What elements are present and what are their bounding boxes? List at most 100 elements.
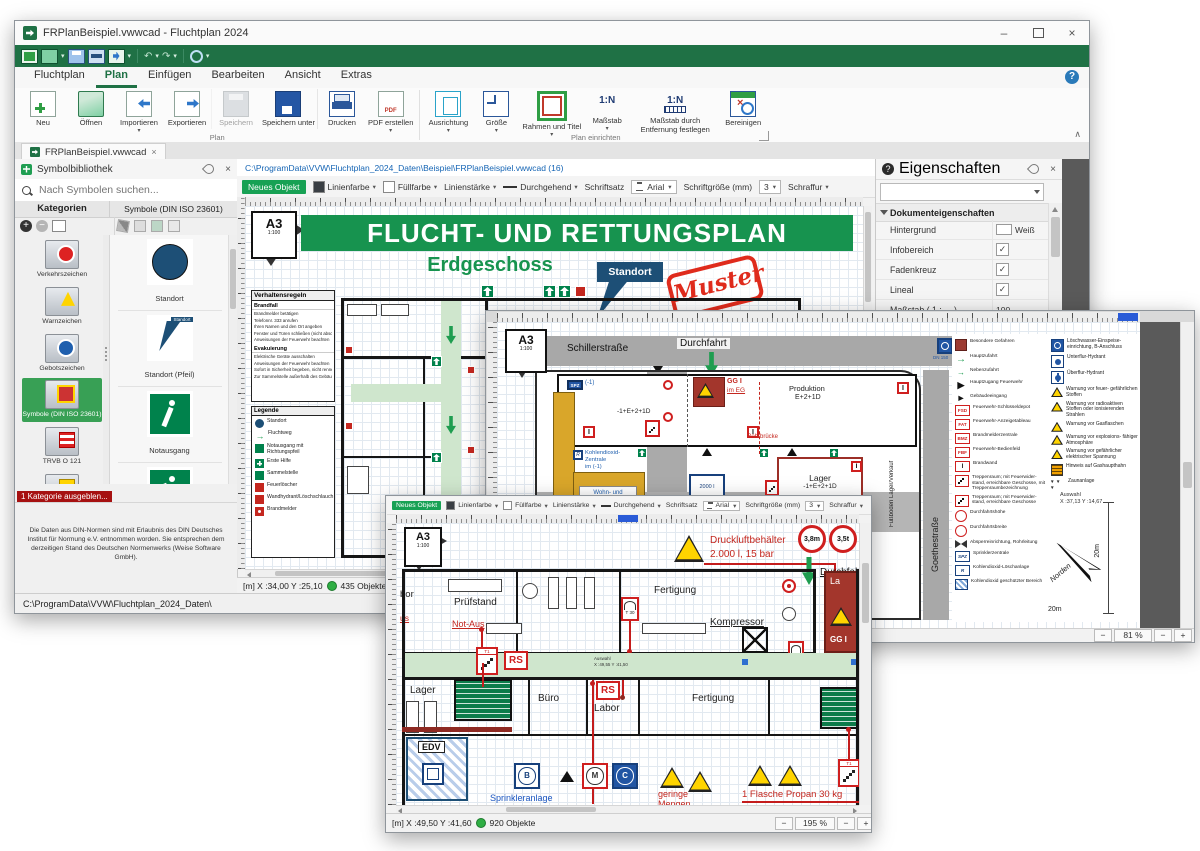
dialog-launcher-icon[interactable] (759, 131, 769, 141)
zoom-in-button[interactable]: + (1174, 629, 1192, 642)
undo-icon[interactable]: ↶ (144, 50, 152, 63)
ribbon-button[interactable]: 1:NMaßstab▾ (583, 89, 631, 133)
menu-tab[interactable]: Fluchtplan (25, 66, 94, 88)
ribbon-button[interactable]: Importieren▾ (115, 89, 163, 135)
category-item[interactable]: Warnzeichen (22, 285, 102, 329)
menu-tab[interactable]: Einfügen (139, 66, 200, 88)
line-color-control[interactable]: Linienfarbe▾ (446, 501, 498, 510)
menu-tab[interactable]: Ansicht (276, 66, 330, 88)
drawing-canvas-hall[interactable]: A3 1:100 Druckluftbehälter 2.000 l, 15 b… (396, 523, 859, 805)
duplicate-icon[interactable] (134, 220, 146, 232)
export-icon[interactable] (108, 49, 125, 64)
fill-color-control[interactable]: Füllfarbe▾ (383, 181, 437, 193)
add-category-button[interactable]: + (20, 220, 32, 232)
minimize-button[interactable]: – (987, 22, 1021, 45)
ribbon-button[interactable]: Speichern unter (260, 89, 317, 129)
new-object-button[interactable]: Neues Objekt (392, 501, 441, 510)
redo-dropdown[interactable]: ▾ (173, 52, 177, 60)
ribbon-button[interactable]: ×Bereinigen (719, 89, 767, 129)
checkbox[interactable]: ✓ (996, 243, 1009, 256)
ribbon-button[interactable]: Speichern (211, 89, 260, 129)
property-value[interactable]: ✓ (992, 260, 1048, 279)
property-value[interactable]: ✓ (992, 240, 1048, 259)
open-icon[interactable] (41, 49, 58, 64)
font-select[interactable]: Arial▾ (631, 180, 676, 194)
edit-icon[interactable] (116, 219, 130, 233)
zoom-out-button[interactable]: − (1094, 629, 1112, 642)
line-width-control[interactable]: Linienstärke▾ (444, 182, 496, 192)
line-style-control[interactable]: Durchgehend▾ (601, 502, 661, 510)
category-view-button[interactable] (52, 220, 66, 232)
line-width-control[interactable]: Linienstärke▾ (553, 502, 596, 510)
ribbon-button[interactable]: Drucken (317, 89, 366, 129)
category-item[interactable]: Gebotszeichen (22, 332, 102, 376)
fill-color-control[interactable]: Füllfarbe▾ (503, 501, 548, 510)
close-button[interactable]: × (1055, 22, 1089, 45)
font-select[interactable]: Arial▾ (703, 501, 741, 511)
export-dropdown[interactable]: ▾ (128, 52, 132, 60)
line-color-control[interactable]: Linienfarbe▾ (313, 181, 376, 193)
new-icon[interactable] (21, 49, 38, 64)
ribbon-button[interactable]: PDFPDF erstellen▾ (366, 89, 415, 135)
checkbox[interactable]: ✓ (996, 283, 1009, 296)
symbol-item[interactable]: Standort (118, 239, 222, 311)
tab-close-icon[interactable]: × (151, 147, 156, 157)
category-item[interactable]: Gebäudebeschilderung (22, 472, 102, 484)
hatch-control[interactable]: Schraffur▾ (829, 502, 863, 510)
ribbon-button[interactable]: Rahmen und Titel▾ (520, 89, 583, 139)
maximize-button[interactable] (1021, 22, 1055, 45)
save-icon[interactable] (68, 49, 85, 64)
ribbon-button[interactable]: Exportieren (163, 89, 211, 129)
export-symbol-icon[interactable] (168, 220, 180, 232)
property-value[interactable]: ✓ (992, 280, 1048, 299)
document-tab[interactable]: FRPlanBeispiel.vwwcad × (21, 143, 166, 160)
symbol-item[interactable]: Notausgang (118, 391, 222, 463)
redo-icon[interactable]: ↷ (162, 50, 170, 63)
qat-customize-dropdown[interactable]: ▾ (206, 52, 210, 60)
object-select-combo[interactable] (880, 183, 1044, 201)
category-item[interactable]: Verkehrszeichen (22, 238, 102, 282)
checkbox[interactable]: ✓ (996, 263, 1009, 276)
symbol-scrollbar[interactable] (228, 235, 237, 484)
line-style-control[interactable]: Durchgehend▾ (503, 182, 577, 192)
property-value[interactable]: Weiß (992, 220, 1048, 239)
search-input[interactable] (37, 183, 211, 197)
vscrollbar[interactable] (859, 523, 871, 805)
zoom-fit-button[interactable]: − (837, 817, 855, 830)
vscrollbar[interactable] (1180, 322, 1194, 628)
new-object-button[interactable]: Neues Objekt (242, 180, 306, 194)
title-bar[interactable]: FRPlanBeispiel.vwwcad - Fluchtplan 2024 … (15, 21, 1089, 46)
ribbon-button[interactable]: Ausrichtung▾ (424, 89, 472, 135)
zoom-out-button[interactable]: − (775, 817, 793, 830)
hatch-control[interactable]: Schraffur▾ (788, 182, 829, 192)
ribbon-button[interactable]: 1:NMaßstab durch Entfernung festlegen (631, 89, 719, 135)
menu-tab[interactable]: Extras (332, 66, 381, 88)
ribbon-button[interactable]: Neu (19, 89, 67, 129)
panel-close-icon[interactable]: × (225, 164, 231, 175)
ribbon-button[interactable]: Größe▾ (472, 89, 520, 135)
print-icon[interactable] (88, 49, 105, 64)
undo-dropdown[interactable]: ▾ (155, 52, 159, 60)
open-dropdown[interactable]: ▾ (61, 52, 65, 60)
symbol-item[interactable]: Notausgang (118, 467, 222, 484)
category-item[interactable]: Symbole (DIN ISO 23601) (22, 378, 102, 422)
symbol-item[interactable]: StandortStandort (Pfeil) (118, 315, 222, 387)
pin-icon[interactable] (1027, 162, 1041, 176)
hidden-category-badge[interactable]: 1 Kategorie ausgeblen... (17, 491, 112, 502)
menu-tab[interactable]: Plan (96, 66, 137, 88)
menu-tab[interactable]: Bearbeiten (202, 66, 273, 88)
help-icon[interactable]: ? (1065, 70, 1079, 84)
remove-category-button[interactable]: − (36, 220, 48, 232)
import-symbol-icon[interactable] (151, 220, 163, 232)
zoom-in-button[interactable]: + (857, 817, 872, 830)
pin-icon[interactable] (202, 162, 216, 176)
font-size-select[interactable]: 3▾ (805, 501, 824, 511)
panel-close-icon[interactable]: × (1050, 164, 1056, 175)
ribbon-collapse-icon[interactable]: ∧ (1074, 129, 1081, 140)
font-size-select[interactable]: 3▾ (759, 180, 781, 194)
category-item[interactable]: TRVB O 121 (22, 425, 102, 469)
gear-icon[interactable] (190, 50, 203, 63)
panel-splitter[interactable] (103, 235, 109, 484)
ribbon-button[interactable]: Öffnen (67, 89, 115, 129)
zoom-fit-button[interactable]: − (1154, 629, 1172, 642)
